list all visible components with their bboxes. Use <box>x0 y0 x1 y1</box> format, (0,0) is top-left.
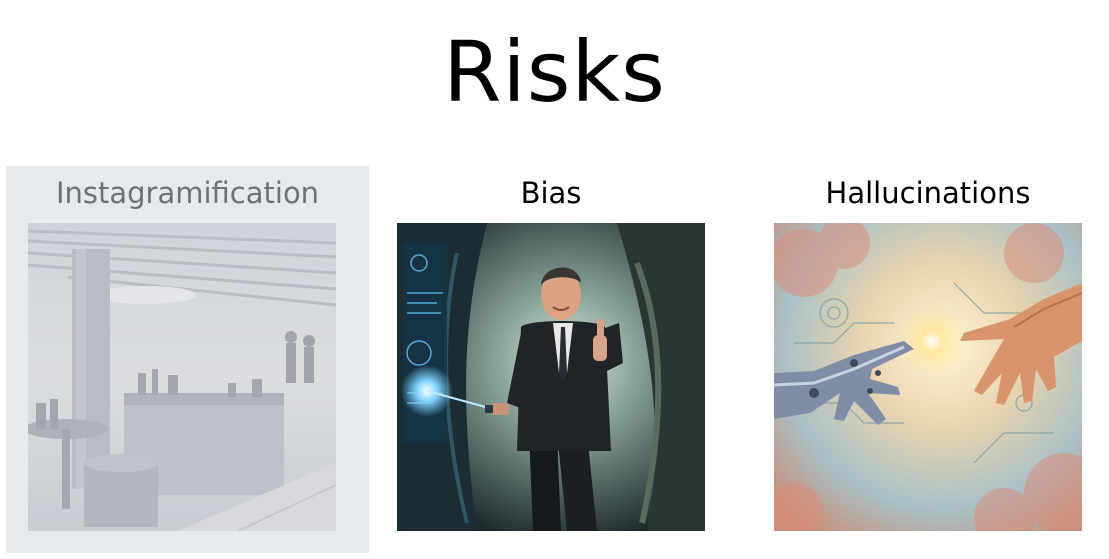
slide: Risks Instagramification Bias Hallucinat… <box>0 0 1109 559</box>
column-label-bias: Bias <box>520 176 582 210</box>
column-label-hallucinations: Hallucinations <box>825 176 1031 210</box>
robot-human-hands-image <box>774 223 1082 531</box>
column-label-instagramification: Instagramification <box>55 176 320 210</box>
slide-title: Risks <box>443 23 666 121</box>
cafe-interior-image <box>28 223 336 531</box>
businessman-cave-image <box>397 223 705 531</box>
